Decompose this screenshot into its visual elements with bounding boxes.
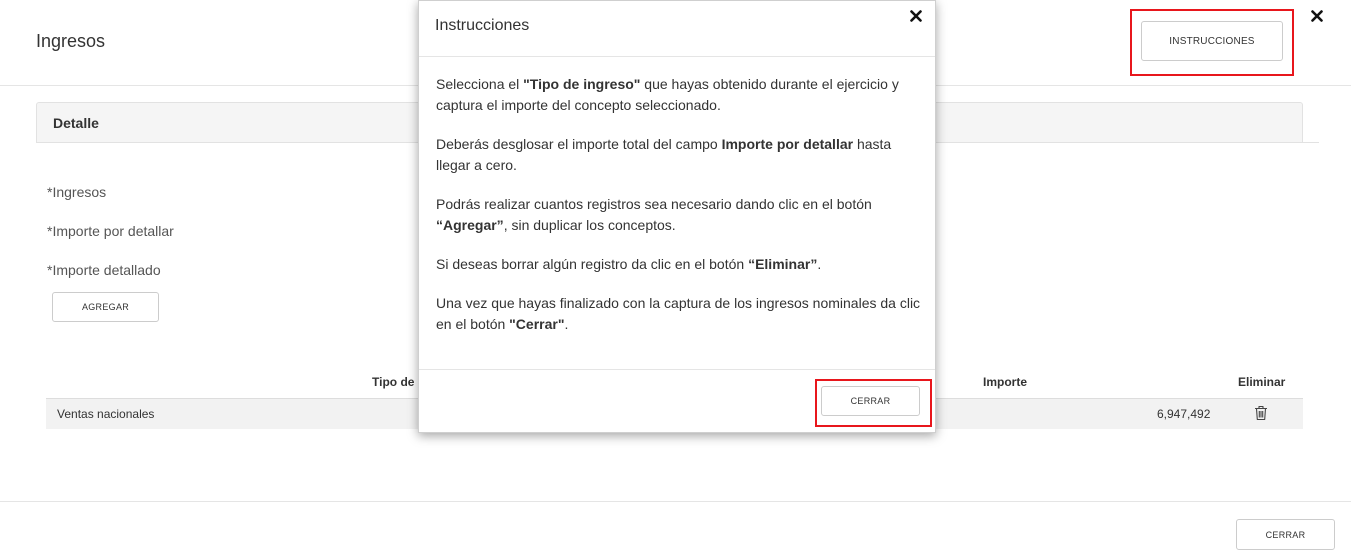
paragraph-text: , sin duplicar los conceptos. (503, 217, 676, 233)
page-title: Ingresos (36, 31, 106, 51)
page-close-button[interactable]: CERRAR (1236, 519, 1335, 550)
paragraph-text: . (564, 316, 569, 332)
modal-close-icon-button[interactable] (906, 6, 926, 26)
paragraph-text: Podrás realizar cuantos registros sea ne… (436, 196, 872, 212)
instruction-paragraph: Si deseas borrar algún registro da clic … (436, 254, 924, 275)
page-close-icon[interactable] (1307, 6, 1327, 26)
paragraph-text: Selecciona el (436, 76, 524, 92)
table-cell-importe: 6,947,492 (1157, 407, 1211, 421)
modal-header-divider (419, 56, 935, 57)
instruction-paragraph: Una vez que hayas finalizado con la capt… (436, 293, 924, 335)
paragraph-text: . (817, 256, 822, 272)
instruction-paragraph: Podrás realizar cuantos registros sea ne… (436, 194, 924, 236)
instructions-button[interactable]: INSTRUCCIONES (1141, 21, 1283, 61)
column-header-eliminar: Eliminar (1238, 375, 1286, 389)
column-header-tipo: Tipo de (372, 375, 415, 389)
importe-detallado-label: *Importe detallado (47, 262, 161, 278)
modal-close-button[interactable]: CERRAR (821, 386, 920, 416)
column-header-importe: Importe (983, 375, 1028, 389)
instruction-paragraph: Selecciona el "Tipo de ingreso" que haya… (436, 74, 924, 116)
paragraph-emphasis: "Cerrar" (509, 316, 565, 332)
instructions-modal: Instrucciones Selecciona el "Tipo de ing… (418, 0, 936, 433)
trash-icon (1255, 405, 1267, 421)
paragraph-text: Deberás desglosar el importe total del c… (436, 136, 722, 152)
detail-panel-title: Detalle (53, 115, 99, 131)
close-x-icon (910, 10, 922, 22)
paragraph-emphasis: “Eliminar” (748, 256, 818, 272)
modal-body: Selecciona el "Tipo de ingreso" que haya… (436, 74, 924, 353)
importe-por-detallar-label: *Importe por detallar (47, 223, 174, 239)
modal-footer-divider (419, 369, 935, 370)
paragraph-emphasis: "Tipo de ingreso" (523, 76, 641, 92)
ingresos-label: *Ingresos (47, 184, 107, 200)
modal-title: Instrucciones (435, 17, 530, 34)
delete-row-button[interactable] (1252, 403, 1270, 423)
instruction-paragraph: Deberás desglosar el importe total del c… (436, 134, 924, 176)
paragraph-emphasis: “Agregar” (436, 217, 504, 233)
paragraph-emphasis: Importe por detallar (721, 136, 854, 152)
footer-divider (0, 501, 1351, 502)
close-x-icon (1311, 10, 1323, 22)
paragraph-text: Si deseas borrar algún registro da clic … (436, 256, 749, 272)
add-button[interactable]: AGREGAR (52, 292, 159, 322)
table-cell-tipo: Ventas nacionales (57, 407, 155, 421)
